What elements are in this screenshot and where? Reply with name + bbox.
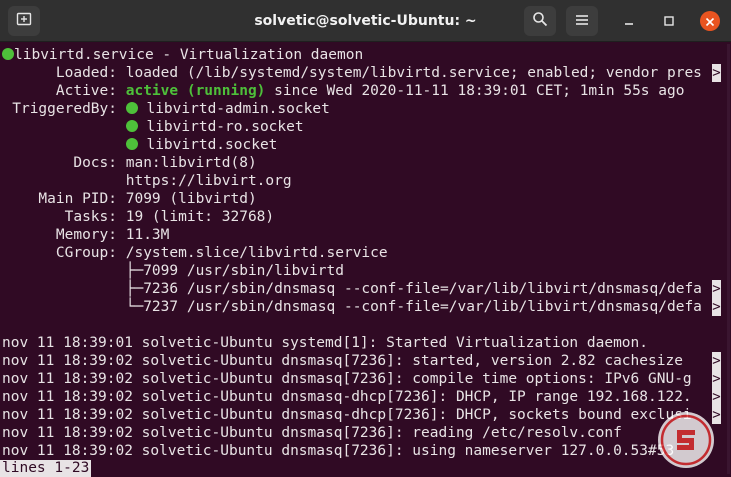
cgroup-process: └─7237 /usr/sbin/dnsmasq --conf-file=/va…	[125, 299, 702, 315]
tasks-label: Tasks:	[64, 209, 117, 225]
scrollbar[interactable]	[727, 44, 730, 474]
log-line: nov 11 18:39:02 solvetic-Ubuntu dnsmasq-…	[2, 407, 692, 423]
triggered-by-line: libvirtd.socket	[2, 136, 277, 154]
tasks-line: Tasks: 19 (limit: 32768)	[2, 208, 275, 226]
terminal-output[interactable]: libvirtd.service - Virtualization daemon…	[0, 42, 731, 477]
active-since: since Wed 2020-11-11 18:39:01 CET; 1min …	[265, 83, 685, 99]
cgroup-process: ├─7236 /usr/sbin/dnsmasq --conf-file=/va…	[125, 281, 702, 297]
docs-label: Docs:	[73, 155, 117, 171]
loaded-label: Loaded:	[55, 65, 117, 81]
docs-line: Docs: man:libvirtd(8)	[2, 154, 257, 172]
cgroup-value: /system.slice/libvirtd.service	[125, 245, 388, 261]
service-unit: libvirtd.service - Virtualization daemon	[14, 47, 364, 63]
log-line: nov 11 18:39:01 solvetic-Ubuntu systemd[…	[2, 335, 649, 351]
maximize-icon	[663, 12, 675, 31]
active-state: active (running)	[125, 83, 266, 99]
socket-status-dot-icon	[125, 138, 138, 150]
truncation-marker: >	[712, 388, 721, 406]
hamburger-menu-icon	[575, 12, 589, 31]
minimize-button[interactable]	[619, 11, 639, 31]
main-pid-line: Main PID: 7099 (libvirtd)	[2, 190, 257, 208]
title-bar: solvetic@solvetic-Ubuntu: ~	[0, 0, 731, 42]
log-line: nov 11 18:39:02 solvetic-Ubuntu dnsmasq[…	[2, 353, 683, 369]
cgroup-process: ├─7099 /usr/sbin/libvirtd	[125, 263, 344, 279]
main-pid-value: 7099 (libvirtd)	[125, 191, 257, 207]
socket-name: libvirtd-ro.socket	[146, 119, 304, 135]
triggered-by-label: TriggeredBy:	[12, 101, 117, 117]
memory-value: 11.3M	[125, 227, 170, 243]
triggered-by-line: libvirtd-ro.socket	[2, 118, 304, 136]
minimize-icon	[623, 12, 635, 31]
truncation-marker: >	[712, 280, 721, 298]
maximize-button[interactable]	[659, 11, 679, 31]
service-status-dot-icon	[2, 48, 14, 60]
memory-label: Memory:	[55, 227, 117, 243]
service-header-line: libvirtd.service - Virtualization daemon	[2, 46, 363, 64]
cgroup-process-line: ├─7099 /usr/sbin/libvirtd	[2, 262, 344, 280]
socket-name: libvirtd.socket	[146, 137, 278, 153]
search-button[interactable]	[524, 6, 556, 36]
tasks-value: 19 (limit: 32768)	[125, 209, 275, 225]
socket-name: libvirtd-admin.socket	[146, 101, 330, 117]
close-button[interactable]	[700, 11, 720, 31]
search-icon	[532, 11, 548, 31]
socket-status-dot-icon	[125, 102, 138, 114]
docs-url: https://libvirt.org	[125, 173, 292, 189]
cgroup-process-line: └─7237 /usr/sbin/dnsmasq --conf-file=/va…	[2, 298, 702, 316]
close-icon	[705, 12, 715, 31]
log-line: nov 11 18:39:02 solvetic-Ubuntu dnsmasq-…	[2, 389, 692, 405]
cgroup-process-line: ├─7236 /usr/sbin/dnsmasq --conf-file=/va…	[2, 280, 702, 298]
truncation-marker: >	[712, 352, 721, 370]
terminal-window: solvetic@solvetic-Ubuntu: ~ libvirtd.ser…	[0, 0, 731, 477]
docs-line: https://libvirt.org	[2, 172, 292, 190]
pager-status: lines 1-23	[0, 460, 92, 477]
log-line: nov 11 18:39:02 solvetic-Ubuntu dnsmasq[…	[2, 443, 675, 459]
active-label: Active:	[55, 83, 117, 99]
site-logo-watermark-icon	[658, 412, 714, 468]
docs-man-page: man:libvirtd(8)	[125, 155, 257, 171]
log-line: nov 11 18:39:02 solvetic-Ubuntu dnsmasq[…	[2, 371, 692, 387]
truncation-marker: >	[712, 64, 721, 82]
triggered-by-line: TriggeredBy: libvirtd-admin.socket	[2, 100, 330, 118]
socket-status-dot-icon	[125, 120, 138, 132]
cgroup-label: CGroup:	[55, 245, 117, 261]
loaded-line: Loaded: loaded (/lib/systemd/system/libv…	[2, 64, 702, 82]
active-line: Active: active (running) since Wed 2020-…	[2, 82, 685, 100]
menu-button[interactable]	[566, 6, 598, 36]
truncation-marker: >	[712, 298, 721, 316]
cgroup-line: CGroup: /system.slice/libvirtd.service	[2, 244, 388, 262]
truncation-marker: >	[712, 370, 721, 388]
main-pid-label: Main PID:	[38, 191, 117, 207]
memory-line: Memory: 11.3M	[2, 226, 170, 244]
loaded-value: loaded (/lib/systemd/system/libvirtd.ser…	[125, 65, 702, 81]
log-line: nov 11 18:39:02 solvetic-Ubuntu dnsmasq[…	[2, 425, 622, 441]
